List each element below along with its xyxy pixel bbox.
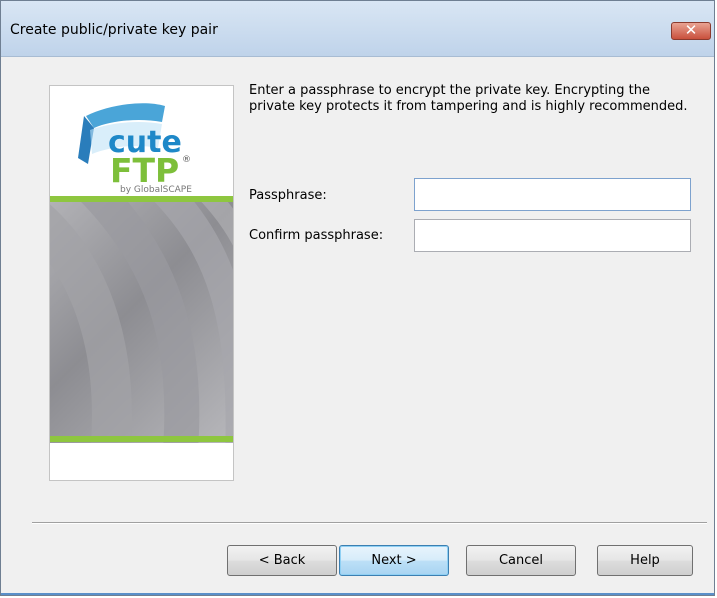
dialog-content: cute FTP ® by GlobalSCAPE Enter a passph… xyxy=(1,57,714,595)
button-divider xyxy=(32,522,707,524)
instruction-text: Enter a passphrase to encrypt the privat… xyxy=(249,83,688,114)
logo-byline: by GlobalSCAPE xyxy=(120,185,192,195)
wizard-banner: cute FTP ® by GlobalSCAPE xyxy=(49,85,234,481)
cuteftp-logo: cute FTP ® by GlobalSCAPE xyxy=(50,86,233,196)
help-button[interactable]: Help xyxy=(597,545,693,576)
banner-accent-top xyxy=(50,196,233,202)
back-button[interactable]: < Back xyxy=(227,545,337,576)
banner-arcs-graphic xyxy=(50,173,233,458)
close-button[interactable]: ✕ xyxy=(671,21,711,40)
confirm-passphrase-label: Confirm passphrase: xyxy=(249,228,384,243)
logo-trademark: ® xyxy=(182,155,191,165)
passphrase-label: Passphrase: xyxy=(249,188,327,203)
confirm-passphrase-input[interactable] xyxy=(414,219,691,252)
title-bar[interactable]: Create public/private key pair ✕ xyxy=(1,1,714,57)
next-button[interactable]: Next > xyxy=(339,545,449,576)
banner-accent-bottom xyxy=(50,436,233,442)
cancel-button[interactable]: Cancel xyxy=(466,545,576,576)
dialog-window: Create public/private key pair ✕ cute FT… xyxy=(0,0,715,596)
passphrase-input[interactable] xyxy=(414,178,691,211)
window-title: Create public/private key pair xyxy=(10,22,218,38)
banner-graphic xyxy=(50,173,233,458)
cuteftp-logo-icon: cute FTP ® by GlobalSCAPE xyxy=(78,103,192,195)
window-bottom-border xyxy=(1,593,714,595)
close-icon: ✕ xyxy=(684,21,698,39)
